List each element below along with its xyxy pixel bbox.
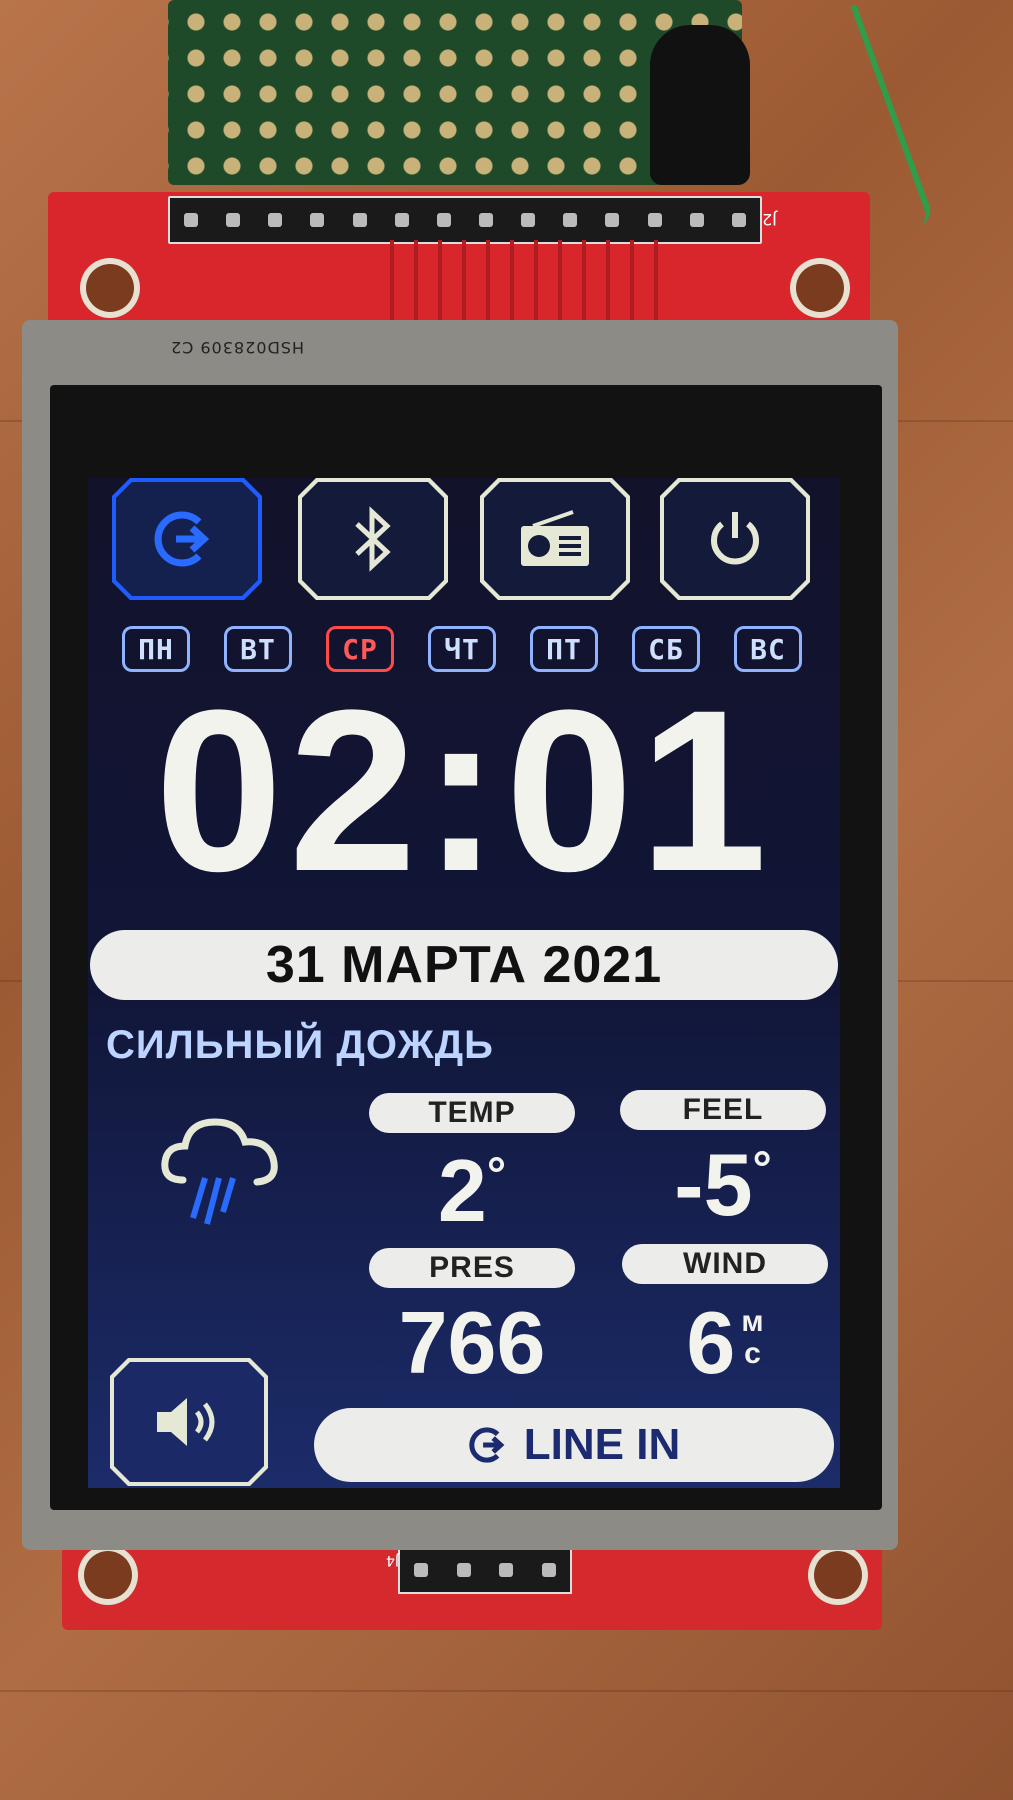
bluetooth-icon: [343, 504, 403, 574]
feel-label: FEEL: [620, 1090, 826, 1130]
mounting-hole: [790, 258, 850, 318]
heavy-rain-icon: [161, 1118, 278, 1225]
header-label-j2: J2: [762, 210, 777, 229]
wind-label: WIND: [622, 1244, 828, 1284]
feel-degree: °: [752, 1143, 772, 1196]
input-arrow-icon: [469, 1427, 505, 1463]
header-label-j4: J4: [386, 1552, 400, 1568]
mounting-hole: [78, 1545, 138, 1605]
pin-header-j4: [398, 1546, 572, 1594]
input-arrow-icon: [152, 504, 222, 574]
wind-value: 6мс: [622, 1298, 828, 1388]
power-button[interactable]: [660, 478, 810, 600]
volume-button[interactable]: [110, 1358, 268, 1486]
pin-header-j2: [168, 196, 762, 244]
wood-grain: [0, 1690, 1013, 1692]
pres-label: PRES: [369, 1248, 575, 1288]
audio-source-button[interactable]: LINE IN: [314, 1408, 834, 1482]
feel-value: -5°: [620, 1140, 826, 1230]
weather-description: СИЛЬНЫЙ ДОЖДЬ: [106, 1023, 494, 1067]
feel-number: -5: [674, 1135, 753, 1234]
power-icon: [700, 504, 770, 574]
tft-screen: ПН ВТ СР ЧТ ПТ СБ ВС 02:01 31 МАРТА 2021…: [88, 478, 840, 1488]
date-bar: 31 МАРТА 2021: [90, 930, 838, 1000]
glass-label: HSD028309 C2: [170, 338, 305, 357]
bluetooth-button[interactable]: [298, 478, 448, 600]
date-text: 31 МАРТА 2021: [265, 936, 663, 994]
radio-icon: [515, 504, 595, 574]
temp-number: 2: [437, 1141, 487, 1240]
wind-unit-bottom: с: [744, 1337, 761, 1370]
temp-degree: °: [486, 1149, 507, 1202]
mounting-hole: [808, 1545, 868, 1605]
capacitor: [650, 25, 750, 185]
temp-value: 2°: [369, 1146, 575, 1236]
wind-number: 6: [686, 1293, 736, 1392]
speaker-icon: [149, 1392, 229, 1452]
clock-time: 02:01: [154, 662, 774, 919]
pres-value: 766: [398, 1293, 546, 1392]
mounting-hole: [80, 258, 140, 318]
wind-unit: мс: [741, 1306, 763, 1370]
input-source-button[interactable]: [112, 478, 262, 600]
wind-unit-top: м: [741, 1305, 764, 1338]
audio-source-label: LINE IN: [523, 1420, 681, 1469]
temp-label: TEMP: [369, 1093, 575, 1133]
radio-button[interactable]: [480, 478, 630, 600]
